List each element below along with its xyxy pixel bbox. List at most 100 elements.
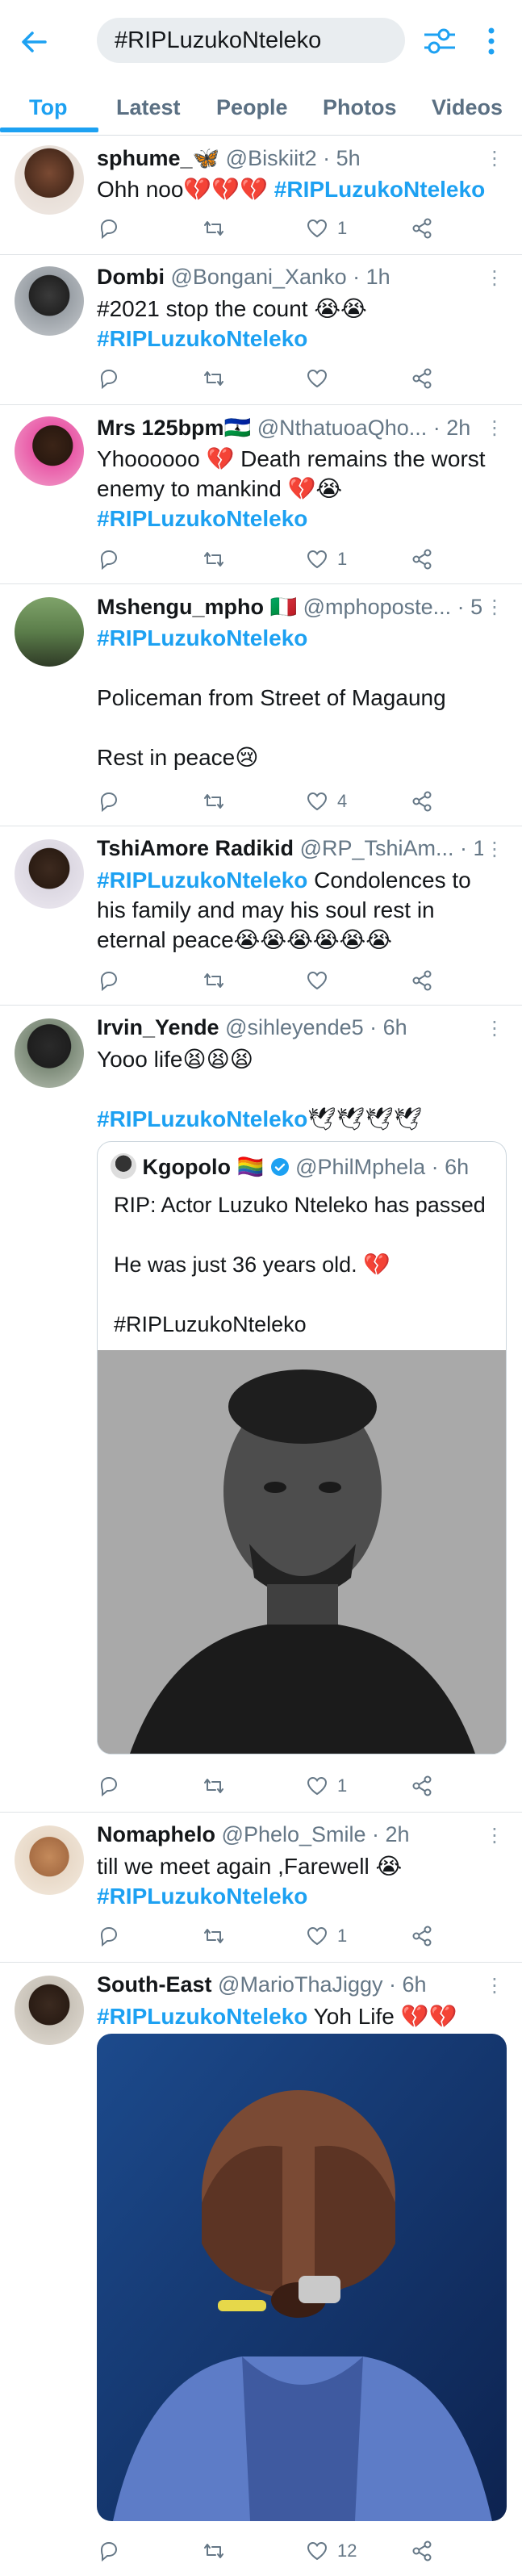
hashtag-link[interactable]: #RIPLuzukoNteleko (97, 506, 307, 531)
tweet[interactable]: Dombi @Bongani_Xanko · 1h ⋮ #2021 stop t… (0, 255, 522, 405)
tweet[interactable]: TshiAmore Radikid @RP_TshiAm... · 1h ⋮ #… (0, 826, 522, 1006)
quoted-avatar[interactable] (111, 1153, 136, 1179)
tweet-text: enemy to mankind 💔😭 (97, 476, 343, 501)
tweet[interactable]: South-East @MarioThaJiggy · 6h ⋮ #RIPLuz… (0, 1963, 522, 2576)
tweet[interactable]: Mrs 125bpm🇱🇸 @NthatuoaQho... · 2h ⋮ Yhoo… (0, 405, 522, 584)
tweet[interactable]: Nomaphelo @Phelo_Smile · 2h ⋮ till we me… (0, 1813, 522, 1963)
retweet-icon[interactable] (202, 2537, 226, 2565)
share-icon[interactable] (410, 788, 434, 815)
hashtag-link[interactable]: #RIPLuzukoNteleko (97, 1884, 307, 1909)
reply-icon[interactable] (97, 1772, 121, 1800)
tweet-more-icon[interactable]: ⋮ (485, 266, 504, 290)
heart-icon[interactable]: 1 (305, 1772, 347, 1800)
heart-icon[interactable] (305, 365, 329, 392)
reply-icon[interactable] (97, 2537, 121, 2565)
tweet-more-icon[interactable]: ⋮ (485, 147, 504, 170)
author-handle: @Bongani_Xanko (170, 265, 347, 289)
author-name[interactable]: Irvin_Yende (97, 1015, 219, 1039)
author-name[interactable]: Nomaphelo (97, 1822, 215, 1846)
share-icon[interactable] (410, 365, 434, 392)
tweet-time: · 2h (432, 416, 471, 440)
share-icon[interactable] (410, 2537, 434, 2565)
tab-photos[interactable]: Photos (323, 95, 397, 120)
retweet-icon[interactable] (202, 967, 226, 994)
author-name[interactable]: Mrs 125bpm🇱🇸 (97, 416, 251, 440)
avatar[interactable] (15, 1825, 84, 1895)
tweet-actions: 1 (97, 546, 500, 573)
quoted-author-name[interactable]: Kgopolo 🏳️‍🌈 (143, 1155, 265, 1179)
hashtag-link[interactable]: #RIPLuzukoNteleko (97, 868, 307, 893)
reply-icon[interactable] (97, 215, 121, 242)
share-icon[interactable] (410, 967, 434, 994)
tweet-more-icon[interactable]: ⋮ (485, 416, 504, 440)
reply-icon[interactable] (97, 365, 121, 392)
tab-videos[interactable]: Videos (432, 95, 503, 120)
tweet-actions (97, 967, 500, 994)
heart-icon[interactable] (305, 967, 329, 994)
tweet-time: · 5h (323, 146, 361, 170)
like-count: 4 (337, 791, 348, 811)
heart-icon[interactable]: 1 (305, 215, 347, 242)
tweet[interactable]: Mshengu_mpho 🇮🇹 @mphoposte... · 5h ⋮ #RI… (0, 584, 522, 826)
avatar[interactable] (15, 839, 84, 909)
avatar[interactable] (15, 416, 84, 486)
share-icon[interactable] (410, 215, 434, 242)
tweet-more-icon[interactable]: ⋮ (485, 1974, 504, 1997)
hashtag-link[interactable]: #RIPLuzukoNteleko (97, 625, 307, 650)
author-handle: @Phelo_Smile (221, 1822, 366, 1846)
arrow-left-icon[interactable] (18, 26, 50, 58)
avatar[interactable] (15, 1976, 84, 2045)
tweet-more-icon[interactable]: ⋮ (485, 1824, 504, 1847)
tweet[interactable]: Irvin_Yende @sihleyende5 · 6h ⋮ Yooo lif… (0, 1006, 522, 1813)
tab-latest[interactable]: Latest (116, 95, 181, 120)
tweet-image[interactable] (97, 2034, 507, 2521)
reply-icon[interactable] (97, 788, 121, 815)
tweet[interactable]: sphume_🦋 @Biskiit2 · 5h ⋮ Ohh noo💔💔💔 #RI… (0, 136, 522, 255)
heart-icon[interactable]: 12 (305, 2537, 357, 2565)
reply-icon[interactable] (97, 546, 121, 573)
author-name[interactable]: Dombi (97, 265, 165, 289)
retweet-icon[interactable] (202, 546, 226, 573)
tab-people[interactable]: People (216, 95, 288, 120)
heart-icon[interactable]: 1 (305, 546, 347, 573)
author-name[interactable]: South-East (97, 1972, 212, 1997)
filter-sliders-icon[interactable] (421, 24, 458, 58)
author-handle: @mphoposte... (303, 595, 452, 619)
retweet-icon[interactable] (202, 1922, 226, 1950)
share-icon[interactable] (410, 546, 434, 573)
tweet-text: Rest in peace😢 (97, 745, 259, 770)
avatar[interactable] (15, 145, 84, 215)
quoted-tweet-image[interactable] (98, 1350, 506, 1754)
hashtag-link[interactable]: #RIPLuzukoNteleko (97, 1106, 307, 1131)
retweet-icon[interactable] (202, 215, 226, 242)
search-input[interactable]: #RIPLuzukoNteleko (97, 18, 405, 63)
share-icon[interactable] (410, 1772, 434, 1800)
reply-icon[interactable] (97, 1922, 121, 1950)
tweet-more-icon[interactable]: ⋮ (485, 1017, 504, 1040)
tweet-time: · 1h (460, 836, 483, 860)
author-name[interactable]: sphume_🦋 (97, 146, 219, 170)
hashtag-link[interactable]: #RIPLuzukoNteleko (274, 177, 485, 202)
hashtag-link[interactable]: #RIPLuzukoNteleko (97, 326, 307, 351)
tab-top[interactable]: Top (29, 95, 67, 120)
vertical-dots-icon[interactable] (479, 24, 503, 58)
author-name[interactable]: TshiAmore Radikid (97, 836, 294, 860)
author-name[interactable]: Mshengu_mpho 🇮🇹 (97, 595, 297, 619)
reply-icon[interactable] (97, 967, 121, 994)
tweet-time: · 1h (353, 265, 390, 289)
hashtag-link[interactable]: #RIPLuzukoNteleko (97, 2004, 307, 2029)
share-icon[interactable] (410, 1922, 434, 1950)
avatar[interactable] (15, 597, 84, 667)
retweet-icon[interactable] (202, 788, 226, 815)
tweet-actions: 4 (97, 788, 500, 815)
avatar[interactable] (15, 266, 84, 336)
retweet-icon[interactable] (202, 365, 226, 392)
heart-icon[interactable]: 4 (305, 788, 347, 815)
tweet-more-icon[interactable]: ⋮ (485, 596, 504, 619)
retweet-icon[interactable] (202, 1772, 226, 1800)
quoted-tweet[interactable]: Kgopolo 🏳️‍🌈 @PhilMphela · 6h RIP: Actor… (97, 1141, 507, 1754)
avatar[interactable] (15, 1018, 84, 1088)
tweet-more-icon[interactable]: ⋮ (485, 838, 504, 861)
tweet-text: Ohh noo💔💔💔 (97, 177, 274, 202)
heart-icon[interactable]: 1 (305, 1922, 347, 1950)
